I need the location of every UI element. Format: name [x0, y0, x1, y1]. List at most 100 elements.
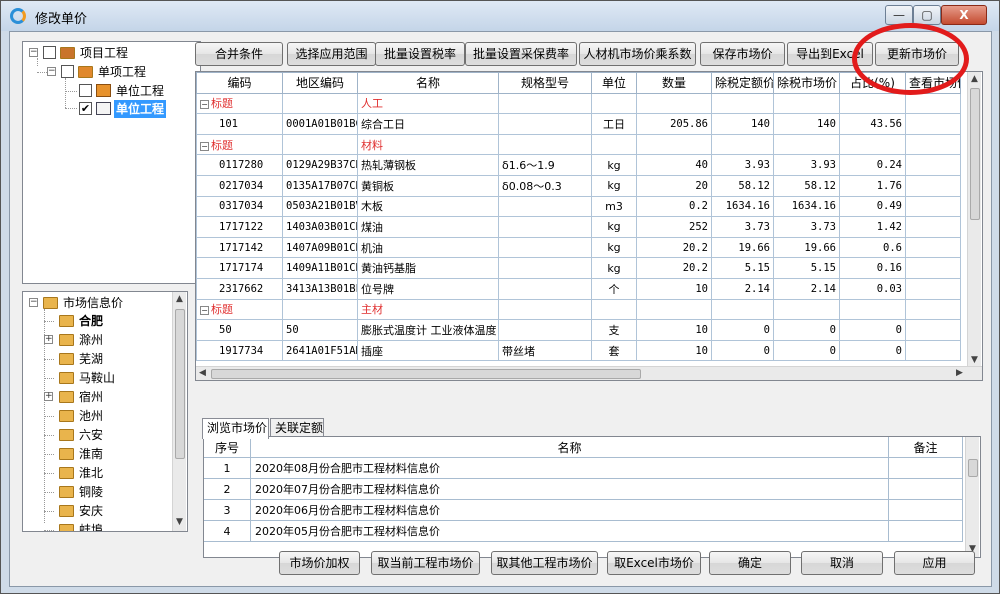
grid-category-row[interactable]: − 标题 人工 [196, 92, 961, 115]
cell-market[interactable]: 140 [773, 113, 840, 135]
take-other-project-price-button[interactable]: 取其他工程市场价 [491, 551, 598, 575]
cell-view[interactable] [905, 236, 961, 259]
cell-remark[interactable] [888, 520, 963, 542]
cell-unit[interactable] [591, 298, 637, 321]
col-header-base-price[interactable]: 除税定额价 [711, 72, 774, 94]
cell-unit[interactable]: 套 [591, 339, 637, 362]
cell-name[interactable]: 热轧薄钢板 [357, 154, 499, 176]
cell-code[interactable]: 1917734 [196, 339, 283, 362]
market-row[interactable]: 4 2020年05月份合肥市工程材料信息价 [204, 520, 963, 542]
cell-market-name[interactable]: 2020年08月份合肥市工程材料信息价 [250, 457, 889, 479]
cell-qty[interactable]: 20.2 [636, 257, 712, 279]
cell-qty[interactable]: 20 [636, 174, 712, 197]
cell-qty[interactable]: 40 [636, 154, 712, 176]
cell-view[interactable] [905, 319, 961, 341]
cell-view[interactable] [905, 339, 961, 362]
collapse-icon[interactable]: − [47, 67, 56, 76]
cell-spec[interactable]: 带丝堵 [498, 339, 592, 362]
save-market-price-button[interactable]: 保存市场价 [700, 42, 785, 66]
cell-base[interactable]: 2.14 [711, 277, 774, 300]
cell-remark[interactable] [888, 478, 963, 500]
cell-spec[interactable]: δ1.6～1.9 [498, 154, 592, 176]
scroll-up-icon[interactable]: ▲ [173, 293, 186, 306]
cell-view[interactable] [905, 195, 961, 218]
cell-unit[interactable]: kg [591, 154, 637, 176]
checkbox-unit-1[interactable] [79, 84, 92, 97]
cell-base[interactable]: 5.15 [711, 257, 774, 279]
update-market-price-button[interactable]: 更新市场价 [875, 42, 959, 66]
cell-unit[interactable] [591, 133, 637, 156]
ok-button[interactable]: 确定 [709, 551, 791, 575]
cancel-button[interactable]: 取消 [801, 551, 883, 575]
cell-base[interactable]: 140 [711, 113, 774, 135]
cell-code[interactable]: 2317662 [196, 277, 283, 300]
cell-base[interactable]: 3.93 [711, 154, 774, 176]
cell-base[interactable] [711, 298, 774, 321]
col-header-market-name[interactable]: 名称 [250, 437, 889, 458]
cell-base[interactable]: 0 [711, 339, 774, 362]
cell-region[interactable]: 3413A13B01BF [282, 277, 358, 300]
cell-qty[interactable]: 10 [636, 277, 712, 300]
col-header-name[interactable]: 名称 [357, 72, 499, 94]
col-header-region-code[interactable]: 地区编码 [282, 72, 358, 94]
cell-name[interactable]: 主材 [357, 298, 499, 321]
grid-horizontal-scrollbar[interactable]: ◀ ▶ [196, 366, 982, 380]
cell-qty[interactable]: 0.2 [636, 195, 712, 218]
grid-category-row[interactable]: − 标题 材料 [196, 133, 961, 156]
cell-market[interactable]: 0 [773, 339, 840, 362]
grid-vertical-scrollbar[interactable]: ▲ ▼ [967, 72, 981, 368]
cell-no[interactable]: 4 [204, 520, 251, 542]
cell-ratio[interactable]: 43.56 [839, 113, 906, 135]
grid-data-row[interactable]: 1717122 1403A03B01CB 煤油 kg 252 3.73 3.73 1.42 [196, 216, 961, 238]
market-list-scrollbar[interactable]: ▼ [965, 437, 979, 557]
expand-icon[interactable]: + [44, 392, 53, 401]
cell-no[interactable]: 1 [204, 457, 251, 479]
cell-market-name[interactable]: 2020年05月份合肥市工程材料信息价 [250, 520, 889, 542]
cell-name[interactable]: 煤油 [357, 216, 499, 238]
cell-market[interactable]: 2.14 [773, 277, 840, 300]
col-header-no[interactable]: 序号 [204, 437, 251, 458]
cell-qty[interactable] [636, 92, 712, 115]
tree-node-project[interactable]: − 项目工程 [27, 44, 197, 62]
cell-remark[interactable] [888, 457, 963, 479]
take-excel-price-button[interactable]: 取Excel市场价 [607, 551, 701, 575]
cell-view[interactable] [905, 174, 961, 197]
cell-spec[interactable] [498, 133, 592, 156]
cell-code[interactable]: 1717122 [196, 216, 283, 238]
cell-ratio[interactable] [839, 92, 906, 115]
cell-spec[interactable] [498, 92, 592, 115]
cell-market[interactable]: 1634.16 [773, 195, 840, 218]
cell-unit[interactable]: kg [591, 257, 637, 279]
cell-unit[interactable]: 支 [591, 319, 637, 341]
cell-region[interactable]: 1409A11B01CB [282, 257, 358, 279]
grid-data-row[interactable]: 1717174 1409A11B01CB 黄油钙基脂 kg 20.2 5.15 5.15 0.… [196, 257, 961, 279]
cell-view[interactable] [905, 298, 961, 321]
scroll-left-icon[interactable]: ◀ [196, 367, 209, 380]
cell-name[interactable]: 位号牌 [357, 277, 499, 300]
cell-market[interactable] [773, 92, 840, 115]
cell-region[interactable] [282, 92, 358, 115]
cell-region[interactable] [282, 298, 358, 321]
weighted-market-price-button[interactable]: 市场价加权 [279, 551, 360, 575]
select-scope-button[interactable]: 选择应用范围 [287, 42, 376, 66]
cell-market-name[interactable]: 2020年07月份合肥市工程材料信息价 [250, 478, 889, 500]
cell-spec[interactable] [498, 319, 592, 341]
cell-market[interactable]: 0 [773, 319, 840, 341]
cell-name[interactable]: 木板 [357, 195, 499, 218]
collapse-icon[interactable]: − [29, 298, 38, 307]
tree-node-unit-1[interactable]: 单位工程 [27, 82, 197, 100]
collapse-icon[interactable]: − [200, 306, 209, 316]
cell-name[interactable]: 综合工日 [357, 113, 499, 135]
cell-no[interactable]: 3 [204, 499, 251, 521]
cell-name[interactable]: 人工 [357, 92, 499, 115]
checkbox-unit-2-checked[interactable]: ✔ [79, 102, 92, 115]
cell-region[interactable]: 0001A01B01BC [282, 113, 358, 135]
grid-data-row[interactable]: 1717142 1407A09B01CB 机油 kg 20.2 19.66 19.66 0.6 [196, 236, 961, 259]
col-header-spec[interactable]: 规格型号 [498, 72, 592, 94]
cell-ratio[interactable] [839, 133, 906, 156]
cell-spec[interactable] [498, 216, 592, 238]
cell-market[interactable]: 3.93 [773, 154, 840, 176]
market-row[interactable]: 3 2020年06月份合肥市工程材料信息价 [204, 499, 963, 521]
cell-ratio[interactable]: 0 [839, 319, 906, 341]
tree-node-unit-2[interactable]: ✔ 单位工程 [27, 100, 197, 118]
